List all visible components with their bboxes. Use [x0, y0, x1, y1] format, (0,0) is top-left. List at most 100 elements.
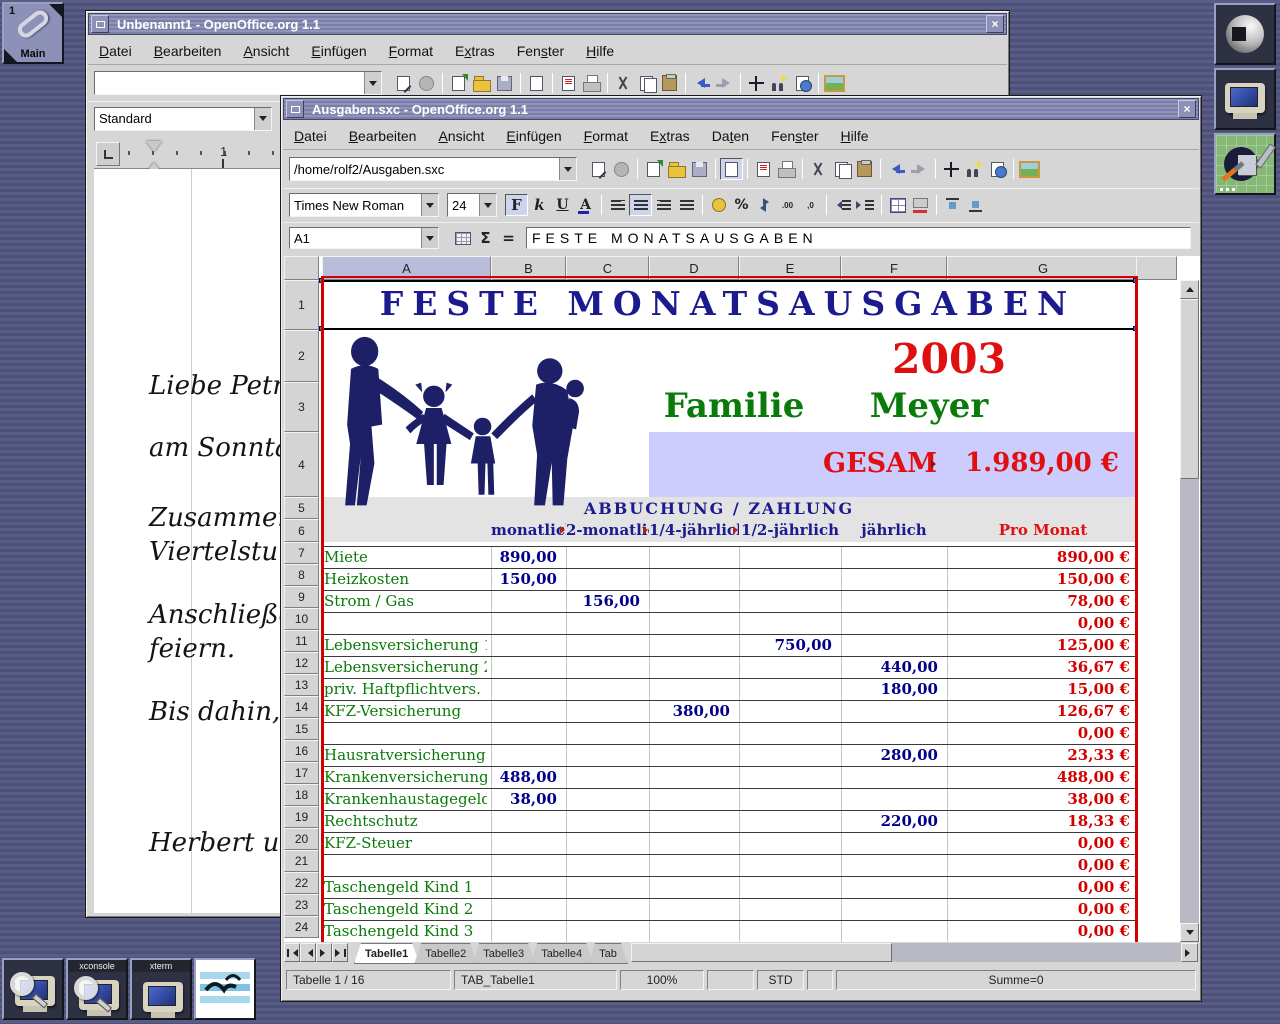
tab-stop-type-button[interactable]: [96, 142, 120, 166]
wm-clip[interactable]: 1 Main: [2, 2, 64, 64]
sheet-tab-tabelle1[interactable]: Tabelle1: [354, 943, 419, 964]
cell-A23-label[interactable]: Taschengeld Kind 2: [324, 900, 487, 920]
window-menu-button[interactable]: [91, 15, 109, 33]
cell-header-jaehrlich[interactable]: jährlich: [841, 521, 947, 539]
hyperlink-icon[interactable]: [986, 158, 1009, 180]
cell-A20-label[interactable]: KFZ-Steuer: [324, 834, 487, 854]
row-header-4[interactable]: 4: [284, 432, 319, 497]
font-name-drop-button[interactable]: [421, 194, 438, 216]
underline-icon[interactable]: U: [551, 194, 574, 216]
status-insert-mode[interactable]: STD: [757, 970, 804, 990]
cell-B17[interactable]: 488,00: [491, 768, 560, 788]
cell-F12[interactable]: 440,00: [841, 658, 941, 678]
cell-gesamt-label[interactable]: GESAM: [747, 448, 937, 479]
row-header-6[interactable]: 6: [284, 519, 319, 542]
remove-decimal-icon[interactable]: ,0: [799, 194, 822, 216]
cell-G19[interactable]: 18,33 €: [947, 812, 1133, 832]
background-color-icon[interactable]: [909, 194, 932, 216]
menu-einfügen[interactable]: Einfügen: [495, 124, 572, 148]
file-edit-icon[interactable]: [392, 72, 415, 94]
cell-B18[interactable]: 38,00: [491, 790, 560, 810]
row-header-24[interactable]: 24: [284, 916, 319, 938]
align-right-icon[interactable]: [652, 194, 675, 216]
row-header-14[interactable]: 14: [284, 696, 319, 718]
menu-extras[interactable]: Extras: [444, 39, 506, 63]
cell-A18-label[interactable]: Krankenhaustagegeld: [324, 790, 487, 810]
cell-A19-label[interactable]: Rechtschutz: [324, 812, 487, 832]
cut-icon[interactable]: [612, 72, 635, 94]
menu-ansicht[interactable]: Ansicht: [427, 124, 495, 148]
name-box-drop-button[interactable]: [421, 228, 438, 248]
clip-next-arrow-icon[interactable]: [49, 4, 62, 17]
percent-icon[interactable]: %: [730, 194, 753, 216]
copy-icon[interactable]: [830, 158, 853, 180]
calc-window[interactable]: Ausgaben.sxc - OpenOffice.org 1.1 × Date…: [280, 95, 1202, 1002]
equals-icon[interactable]: =: [497, 227, 520, 249]
cell-G24[interactable]: 0,00 €: [947, 922, 1133, 942]
edit-file-icon[interactable]: [720, 158, 743, 180]
row-header-17[interactable]: 17: [284, 762, 319, 784]
cell-G16[interactable]: 23,33 €: [947, 746, 1133, 766]
menu-daten[interactable]: Daten: [701, 124, 760, 148]
sheet-tab-tabelle3[interactable]: Tabelle3: [472, 943, 535, 964]
menu-bearbeiten[interactable]: Bearbeiten: [143, 39, 233, 63]
row-header-5[interactable]: 5: [284, 497, 319, 519]
cell-header-quartal[interactable]: 1/4-jährlich: [649, 521, 739, 539]
appicon-xmag-1[interactable]: [2, 958, 64, 1020]
save-icon[interactable]: [493, 72, 516, 94]
cell-G8[interactable]: 150,00 €: [947, 570, 1133, 590]
add-decimal-icon[interactable]: .00: [776, 194, 799, 216]
undo-icon[interactable]: [885, 158, 908, 180]
url-combobox[interactable]: /home/rolf2/Ausgaben.sxc: [289, 157, 577, 181]
currency-icon[interactable]: [707, 194, 730, 216]
paste-icon[interactable]: [658, 72, 681, 94]
cell-G7[interactable]: 890,00 €: [947, 548, 1133, 568]
row-header-15[interactable]: 15: [284, 718, 319, 740]
style-drop-button[interactable]: [254, 108, 271, 130]
cell-G23[interactable]: 0,00 €: [947, 900, 1133, 920]
cell-G17[interactable]: 488,00 €: [947, 768, 1133, 788]
menu-einfügen[interactable]: Einfügen: [300, 39, 377, 63]
cell-A8-label[interactable]: Heizkosten: [324, 570, 487, 590]
status-sum[interactable]: Summe=0: [836, 970, 1196, 990]
italic-icon[interactable]: k: [528, 194, 551, 216]
menu-fenster[interactable]: Fenster: [506, 39, 575, 63]
menu-bearbeiten[interactable]: Bearbeiten: [338, 124, 428, 148]
align-bottom-icon[interactable]: [964, 194, 987, 216]
cell-section-title[interactable]: ABBUCHUNG / ZAHLUNG: [489, 499, 949, 518]
edit-file-icon[interactable]: [525, 72, 548, 94]
grid-body[interactable]: FESTE MONATSAUSGABEN: [319, 280, 1177, 942]
status-page-style[interactable]: TAB_Tabelle1: [454, 970, 617, 990]
cell-E11[interactable]: 750,00: [739, 636, 835, 656]
appicon-xterm[interactable]: xterm: [130, 958, 192, 1020]
cell-G12[interactable]: 36,67 €: [947, 658, 1133, 678]
row-header-7[interactable]: 7: [284, 542, 319, 564]
stop-icon[interactable]: [415, 72, 438, 94]
align-justify-icon[interactable]: [675, 194, 698, 216]
cell-A13-label[interactable]: priv. Haftpflichtvers.: [324, 680, 487, 700]
cell-family-name[interactable]: Meyer: [844, 386, 1014, 426]
url-drop-button[interactable]: [364, 72, 381, 94]
cell-A24-label[interactable]: Taschengeld Kind 3: [324, 922, 487, 942]
cell-G22[interactable]: 0,00 €: [947, 878, 1133, 898]
vertical-scroll-thumb[interactable]: [1180, 299, 1199, 479]
last-sheet-button[interactable]: [332, 943, 348, 962]
row-header-8[interactable]: 8: [284, 564, 319, 586]
first-sheet-button[interactable]: [284, 943, 300, 962]
cell-A16-label[interactable]: Hausratversicherung: [324, 746, 487, 766]
font-size-drop-button[interactable]: [479, 194, 496, 216]
cell-header-pro-monat[interactable]: Pro Monat: [947, 521, 1139, 539]
cell-G11[interactable]: 125,00 €: [947, 636, 1133, 656]
menu-hilfe[interactable]: Hilfe: [575, 39, 625, 63]
font-color-icon[interactable]: A: [574, 194, 597, 216]
cell-A7-label[interactable]: Miete: [324, 548, 487, 568]
cell-C9[interactable]: 156,00: [566, 592, 643, 612]
explorer-icon[interactable]: [963, 158, 986, 180]
status-zoom[interactable]: 100%: [620, 970, 704, 990]
cell-A11-label[interactable]: Lebensversicherung 1: [324, 636, 487, 656]
menu-datei[interactable]: Datei: [88, 39, 143, 63]
sheet-tab-tab[interactable]: Tab: [588, 943, 628, 964]
cell-B7[interactable]: 890,00: [491, 548, 560, 568]
row-header-2[interactable]: 2: [284, 330, 319, 382]
menu-format[interactable]: Format: [573, 124, 639, 148]
